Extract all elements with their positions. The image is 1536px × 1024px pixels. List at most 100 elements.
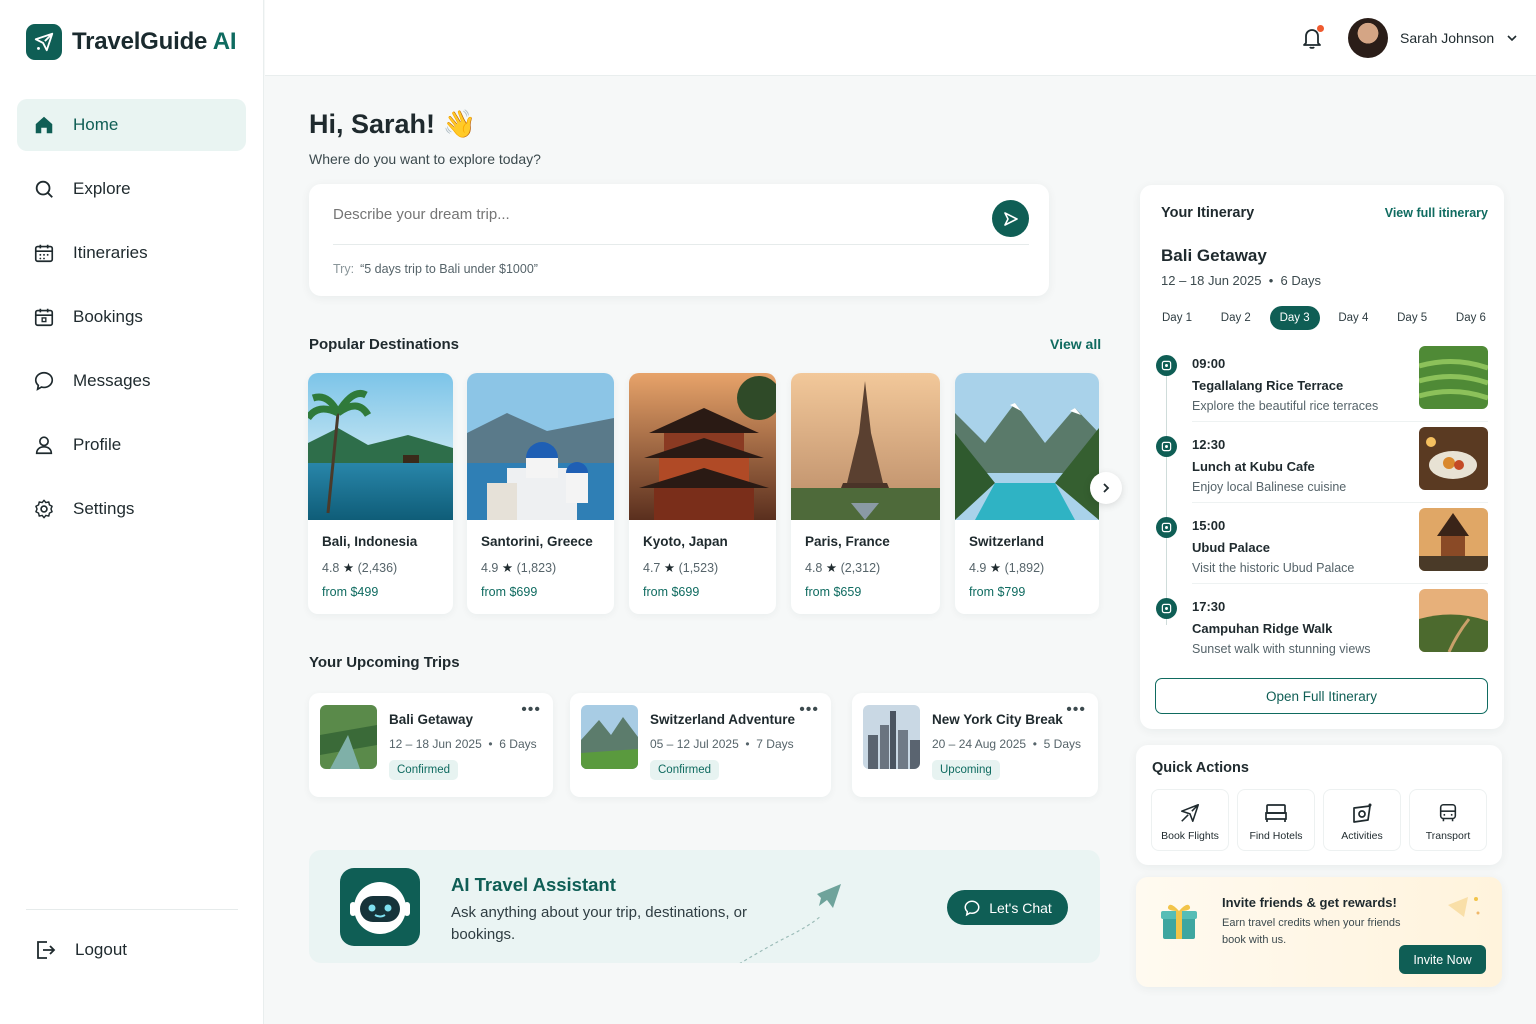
itinerary-event[interactable]: 09:00 Tegallalang Rice Terrace Explore t… (1140, 346, 1504, 429)
trip-thumbnail (320, 705, 377, 769)
destination-name: Bali, Indonesia (322, 534, 418, 549)
notifications-button[interactable] (1300, 25, 1324, 51)
event-thumbnail (1419, 427, 1488, 490)
book-flights-button[interactable]: Book Flights (1151, 789, 1229, 851)
trip-meta: 20 – 24 Aug 2025 • 5 Days (932, 737, 1081, 751)
send-button[interactable] (992, 200, 1029, 237)
destination-name: Santorini, Greece (481, 534, 593, 549)
event-description: Enjoy local Balinese cuisine (1192, 480, 1347, 494)
destination-card-paris[interactable]: Paris, France 4.8 ★ (2,312) from $659 (791, 373, 940, 614)
sidebar-item-label: Bookings (73, 307, 143, 326)
more-options-icon[interactable]: ••• (1066, 701, 1086, 719)
carousel-next-button[interactable] (1090, 472, 1122, 504)
destination-card-bali[interactable]: Bali, Indonesia 4.8 ★ (2,436) from $499 (308, 373, 453, 614)
search-suggestion[interactable]: Try: “5 days trip to Bali under $1000” (333, 262, 538, 276)
sidebar-item-label: Home (73, 115, 119, 134)
tab-day-6[interactable]: Day 6 (1446, 306, 1496, 330)
assistant-title: AI Travel Assistant (451, 874, 616, 895)
user-icon (35, 436, 53, 455)
search-divider (333, 244, 1029, 245)
sidebar-item-itineraries[interactable]: Itineraries (17, 227, 246, 279)
status-badge: Confirmed (650, 760, 720, 780)
sidebar-item-profile[interactable]: Profile (17, 419, 246, 471)
itinerary-trip-meta: 12 – 18 Jun 2025 • 6 Days (1161, 273, 1321, 288)
lets-chat-button[interactable]: Let's Chat (947, 890, 1068, 925)
sidebar-item-messages[interactable]: Messages (17, 355, 246, 407)
destination-card-santorini[interactable]: Santorini, Greece 4.9 ★ (1,823) from $69… (467, 373, 614, 614)
destination-rating: 4.8 ★ (2,436) (322, 561, 398, 575)
destination-card-kyoto[interactable]: Kyoto, Japan 4.7 ★ (1,523) from $699 (629, 373, 776, 614)
activities-icon (1353, 803, 1372, 823)
trip-meta: 05 – 12 Jul 2025 • 7 Days (650, 737, 794, 751)
tab-day-2[interactable]: Day 2 (1211, 306, 1261, 330)
trip-card-bali[interactable]: Bali Getaway 12 – 18 Jun 2025 • 6 Days C… (309, 693, 553, 797)
find-hotels-button[interactable]: Find Hotels (1237, 789, 1315, 851)
sidebar-item-explore[interactable]: Explore (17, 163, 246, 215)
chat-icon (34, 371, 54, 391)
tab-day-1[interactable]: Day 1 (1152, 306, 1202, 330)
trip-card-new-york[interactable]: New York City Break 20 – 24 Aug 2025 • 5… (852, 693, 1098, 797)
ai-assistant-banner: AI Travel Assistant Ask anything about y… (309, 850, 1100, 963)
view-full-itinerary-link[interactable]: View full itinerary (1385, 206, 1488, 220)
sidebar-item-bookings[interactable]: Bookings (17, 291, 246, 343)
invite-title: Invite friends & get rewards! (1222, 895, 1397, 910)
itinerary-event[interactable]: 12:30 Lunch at Kubu Cafe Enjoy local Bal… (1140, 427, 1504, 510)
tab-day-4[interactable]: Day 4 (1328, 306, 1378, 330)
confetti-icon (1448, 897, 1480, 917)
destination-price: from $659 (805, 585, 862, 599)
search-icon (35, 180, 53, 198)
day-tabs: Day 1 Day 2 Day 3 Day 4 Day 5 Day 6 (1152, 306, 1496, 330)
destination-rating: 4.7 ★ (1,523) (643, 561, 719, 575)
send-arrow-icon (1003, 211, 1018, 226)
location-icon (1156, 598, 1177, 619)
event-divider (1192, 421, 1488, 422)
trip-title: New York City Break (932, 712, 1063, 727)
open-full-itinerary-button[interactable]: Open Full Itinerary (1155, 678, 1488, 714)
sidebar-item-label: Itineraries (73, 243, 148, 262)
more-options-icon[interactable]: ••• (521, 701, 541, 719)
tab-day-5[interactable]: Day 5 (1387, 306, 1437, 330)
sidebar-item-home[interactable]: Home (17, 99, 246, 151)
trip-search-input[interactable] (333, 206, 973, 223)
itinerary-event[interactable]: 15:00 Ubud Palace Visit the historic Ubu… (1140, 508, 1504, 591)
event-time: 12:30 (1192, 437, 1226, 452)
sidebar-item-label: Explore (73, 179, 131, 198)
sidebar: TravelGuide AI Home Explore Itineraries … (0, 0, 264, 1024)
location-icon (1156, 436, 1177, 457)
destination-price: from $699 (481, 585, 538, 599)
logout-label: Logout (75, 940, 127, 959)
tab-day-3[interactable]: Day 3 (1269, 306, 1320, 330)
event-name: Campuhan Ridge Walk (1192, 621, 1333, 636)
event-description: Explore the beautiful rice terraces (1192, 399, 1379, 413)
destination-price: from $699 (643, 585, 700, 599)
chevron-down-icon (1507, 35, 1517, 42)
itinerary-event[interactable]: 17:30 Campuhan Ridge Walk Sunset walk wi… (1140, 589, 1504, 672)
invite-now-button[interactable]: Invite Now (1399, 945, 1486, 974)
brand-logo[interactable]: TravelGuide AI (26, 24, 237, 60)
logout-button[interactable]: Logout (33, 938, 127, 962)
user-menu[interactable]: Sarah Johnson (1348, 18, 1518, 58)
trip-thumbnail (581, 705, 638, 769)
destination-name: Kyoto, Japan (643, 534, 728, 549)
transport-button[interactable]: Transport (1409, 789, 1487, 851)
itinerary-panel: Your Itinerary View full itinerary Bali … (1140, 185, 1504, 729)
event-name: Lunch at Kubu Cafe (1192, 459, 1315, 474)
trip-card-switzerland[interactable]: Switzerland Adventure 05 – 12 Jul 2025 •… (570, 693, 831, 797)
sidebar-item-settings[interactable]: Settings (17, 483, 246, 535)
bed-icon (1265, 804, 1287, 822)
assistant-description: Ask anything about your trip, destinatio… (451, 904, 748, 943)
paper-plane-icon (739, 884, 841, 963)
destination-card-switzerland[interactable]: Switzerland 4.9 ★ (1,892) from $799 (955, 373, 1099, 614)
view-all-link[interactable]: View all (1050, 336, 1101, 352)
logout-icon (37, 941, 56, 959)
calendar-icon (34, 244, 54, 263)
sidebar-item-label: Settings (73, 499, 135, 518)
trip-thumbnail (863, 705, 920, 769)
event-divider (1192, 583, 1488, 584)
destination-rating: 4.9 ★ (1,892) (969, 561, 1045, 575)
activities-button[interactable]: Activities (1323, 789, 1401, 851)
quick-actions-panel: Quick Actions Book Flights Find Hotels A… (1136, 745, 1502, 865)
more-options-icon[interactable]: ••• (799, 701, 819, 719)
destination-image (629, 373, 776, 520)
trip-meta: 12 – 18 Jun 2025 • 6 Days (389, 737, 537, 751)
